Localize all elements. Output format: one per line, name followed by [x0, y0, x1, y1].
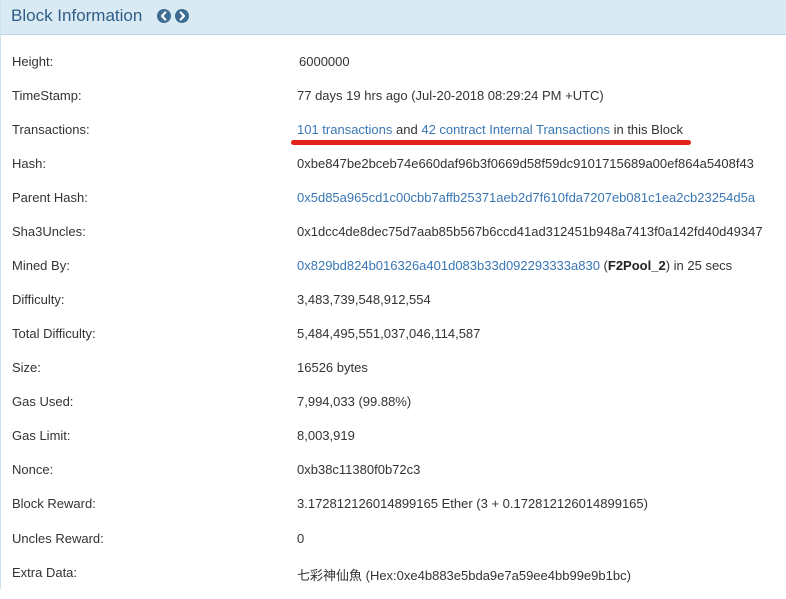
uncles-reward-label: Uncles Reward:: [12, 531, 104, 546]
transactions-label: Transactions:: [12, 122, 90, 137]
row-parent-hash: Parent Hash: 0x5d85a965cd1c00cbb7affb253…: [1, 190, 786, 224]
extra-data-label: Extra Data:: [12, 565, 78, 580]
internal-transactions-link[interactable]: 42 contract Internal Transactions: [421, 122, 610, 137]
row-nonce: Nonce: 0xb38c11380f0b72c3: [1, 462, 786, 496]
gas-limit-value: 8,003,919: [297, 428, 355, 443]
transactions-suffix: in this Block: [613, 122, 683, 137]
total-difficulty-value: 5,484,495,551,037,046,114,587: [297, 326, 481, 341]
gas-used-value: 7,994,033 (99.88%): [297, 394, 412, 409]
mined-by-suffix: in 25 secs: [673, 258, 733, 273]
page-title: Block Information: [11, 6, 143, 25]
hash-value: 0xbe847be2bceb74e660daf96b3f0669d58f59dc…: [297, 156, 754, 171]
block-reward-label: Block Reward:: [12, 496, 96, 511]
gas-limit-label: Gas Limit:: [12, 428, 71, 443]
row-mined-by: Mined By: 0x829bd824b016326a401d083b33d0…: [1, 258, 786, 292]
panel-header: Block Information: [1, 0, 786, 35]
transactions-link[interactable]: 101 transactions: [297, 122, 392, 137]
total-difficulty-label: Total Difficulty:: [12, 326, 96, 341]
timestamp-label: TimeStamp:: [12, 88, 82, 103]
height-value: 6000000: [299, 54, 350, 69]
uncles-reward-value: 0: [297, 531, 305, 546]
previous-block-button[interactable]: [157, 9, 171, 23]
extra-data-value: 七彩神仙魚 (Hex:0xe4b883e5bda9e7a59ee4bb99e9b…: [297, 568, 631, 583]
block-reward-value: 3.172812126014899165 Ether (3 + 0.172812…: [297, 496, 648, 511]
row-size: Size: 16526 bytes: [1, 360, 786, 394]
row-extra-data: Extra Data: 七彩神仙魚 (Hex:0xe4b883e5bda9e7a…: [1, 565, 786, 599]
row-height: Height: 6000000: [1, 54, 786, 88]
size-value: 16526 bytes: [297, 360, 368, 375]
next-block-button[interactable]: [175, 9, 189, 23]
row-sha3uncles: Sha3Uncles: 0x1dcc4de8dec75d7aab85b567b6…: [1, 224, 786, 258]
row-gas-used: Gas Used: 7,994,033 (99.88%): [1, 394, 786, 428]
row-hash: Hash: 0xbe847be2bceb74e660daf96b3f0669d5…: [1, 156, 786, 190]
hash-label: Hash:: [12, 156, 46, 171]
sha3uncles-label: Sha3Uncles:: [12, 224, 86, 239]
mined-by-value: 0x829bd824b016326a401d083b33d092293333a8…: [297, 258, 733, 273]
transactions-value: 101 transactions and 42 contract Interna…: [297, 122, 683, 137]
chevron-right-icon: [179, 11, 186, 21]
timestamp-value: 77 days 19 hrs ago (Jul-20-2018 08:29:24…: [297, 88, 604, 103]
height-label: Height:: [12, 54, 54, 69]
red-underline-annotation: [291, 140, 691, 145]
row-block-reward: Block Reward: 3.172812126014899165 Ether…: [1, 496, 786, 530]
row-difficulty: Difficulty: 3,483,739,548,912,554: [1, 292, 786, 326]
sha3uncles-value: 0x1dcc4de8dec75d7aab85b567b6ccd41ad31245…: [297, 224, 763, 239]
row-timestamp: TimeStamp: 77 days 19 hrs ago (Jul-20-20…: [1, 88, 786, 122]
row-total-difficulty: Total Difficulty: 5,484,495,551,037,046,…: [1, 326, 786, 360]
parent-hash-link[interactable]: 0x5d85a965cd1c00cbb7affb25371aeb2d7f610f…: [297, 190, 755, 205]
difficulty-label: Difficulty:: [12, 292, 65, 307]
parent-hash-label: Parent Hash:: [12, 190, 88, 205]
difficulty-value: 3,483,739,548,912,554: [297, 292, 431, 307]
row-transactions: Transactions: 101 transactions and 42 co…: [1, 122, 786, 156]
miner-pool-name: F2Pool_2: [607, 258, 666, 273]
nonce-label: Nonce:: [12, 462, 54, 477]
size-label: Size:: [12, 360, 41, 375]
row-uncles-reward: Uncles Reward: 0: [1, 531, 786, 565]
block-information-panel: Block Information Height: 6000000 TimeSt…: [0, 0, 786, 589]
transactions-and-text: and: [396, 122, 418, 137]
miner-address-link[interactable]: 0x829bd824b016326a401d083b33d092293333a8…: [297, 258, 600, 273]
row-gas-limit: Gas Limit: 8,003,919: [1, 428, 786, 462]
nonce-value: 0xb38c11380f0b72c3: [297, 462, 421, 477]
mined-by-label: Mined By:: [12, 258, 70, 273]
gas-used-label: Gas Used:: [12, 394, 74, 409]
chevron-left-icon: [160, 11, 167, 21]
